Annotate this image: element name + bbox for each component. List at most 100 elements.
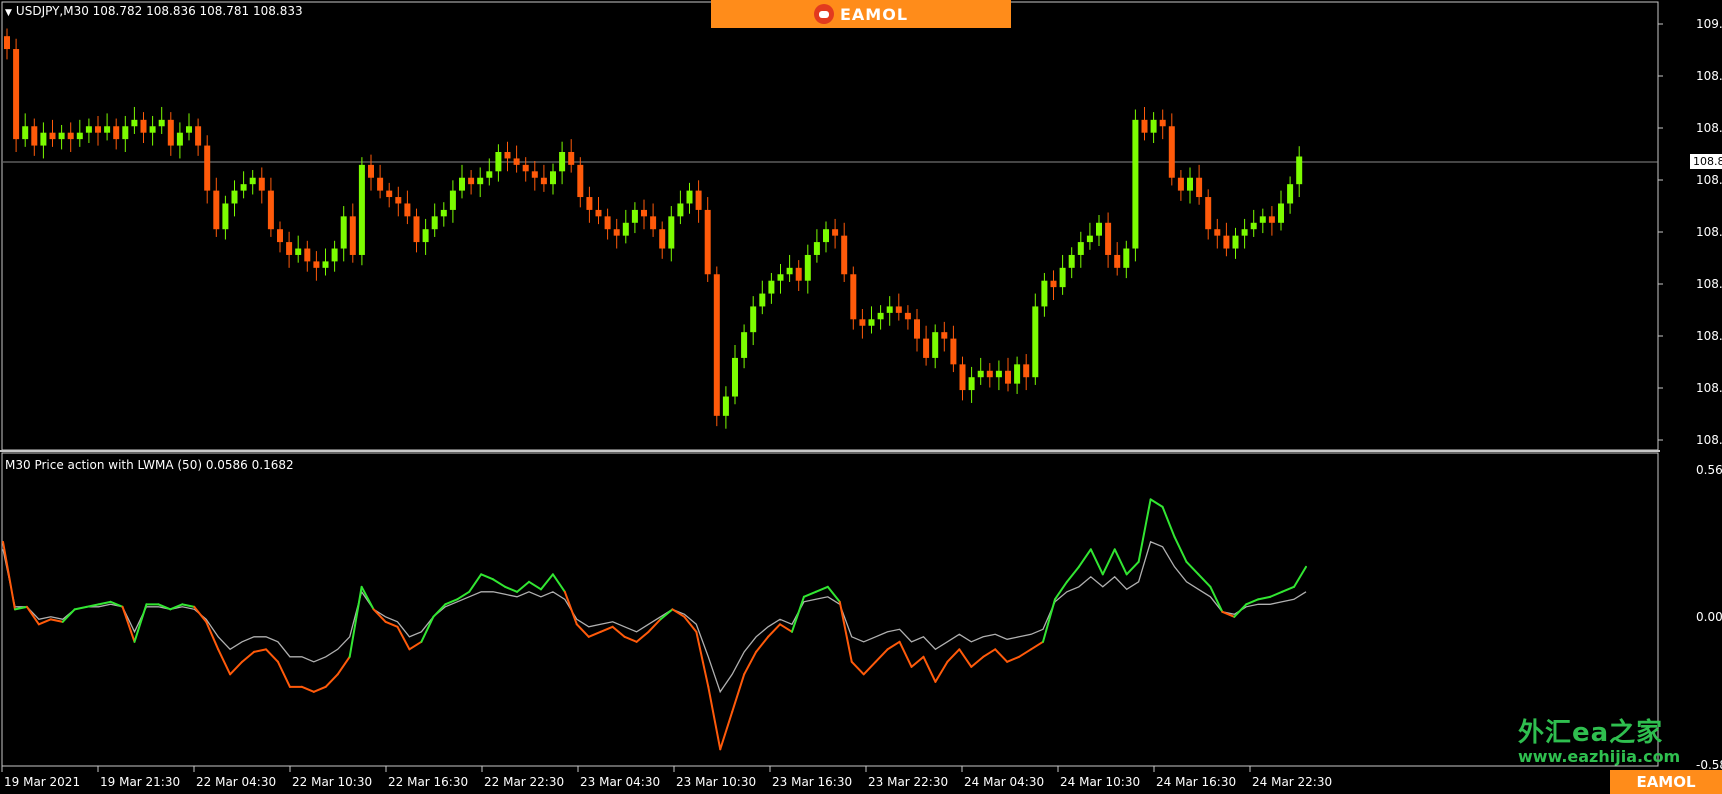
candle-body (31, 126, 38, 146)
candle-body (40, 132, 47, 146)
indicator-axis-label: 0.00 (1696, 610, 1722, 624)
candle-body (231, 190, 238, 204)
candle-body (1114, 254, 1121, 268)
time-axis-label: 22 Mar 16:30 (388, 775, 469, 789)
price-axis-label: 108.810 (1696, 173, 1722, 187)
candle-body (413, 216, 420, 243)
candle-body (1141, 119, 1148, 133)
candle-body (1123, 248, 1130, 268)
candle-body (277, 229, 283, 243)
candle-body (823, 229, 829, 243)
candle-body (768, 280, 775, 294)
candle-body (659, 229, 666, 249)
candle-body (431, 216, 438, 230)
candle-body (149, 126, 156, 133)
candle-body (1059, 267, 1066, 288)
candle-body (1268, 216, 1275, 223)
candle-body (641, 209, 647, 217)
candle-body (240, 184, 247, 191)
candle-body (495, 152, 502, 172)
candle-body (358, 164, 365, 255)
dropdown-triangle-icon[interactable]: ▼ (5, 8, 12, 18)
candle-body (459, 177, 465, 191)
candle-body (932, 332, 939, 358)
candle-body (923, 338, 930, 358)
candle-body (222, 203, 229, 230)
candle-body (813, 242, 820, 255)
time-axis-label: 19 Mar 2021 (4, 775, 81, 789)
candle-body (386, 190, 393, 198)
candle-body (76, 132, 83, 140)
candle-body (595, 209, 602, 217)
candle-body (67, 132, 74, 140)
candle-body (914, 319, 920, 339)
candle-body (668, 216, 675, 249)
candle-body (1086, 235, 1093, 243)
candle-body (331, 248, 338, 262)
candle-body (986, 370, 993, 378)
candle-body (841, 235, 848, 275)
candle-body (1232, 235, 1239, 249)
candle-body (477, 177, 484, 185)
candle-body (395, 197, 402, 204)
candle-body (777, 274, 784, 281)
candle-body (686, 190, 693, 204)
chart-canvas[interactable] (0, 0, 1722, 794)
candle-body (368, 164, 374, 178)
candle-body (49, 132, 56, 140)
candle-body (695, 190, 702, 210)
time-axis-label: 22 Mar 04:30 (196, 775, 277, 789)
candle-body (1241, 229, 1248, 236)
candle-body (622, 222, 629, 236)
candle-body (795, 267, 802, 281)
candle-body (559, 152, 566, 172)
candle-body (1096, 222, 1102, 236)
candle-body (440, 209, 447, 217)
candle-body (877, 312, 884, 320)
price-axis-label: 108.650 (1696, 277, 1722, 291)
candle-body (1214, 229, 1221, 236)
candle-body (1223, 235, 1230, 249)
candle-body (1250, 222, 1257, 230)
candle-body (167, 119, 174, 146)
candle-body (504, 152, 511, 159)
time-axis-label: 24 Mar 22:30 (1252, 775, 1333, 789)
current-price-tag: 108.833 (1690, 154, 1722, 169)
candle-body (959, 364, 966, 391)
eamol-banner[interactable]: EAMOL (711, 0, 1011, 28)
candle-body (1278, 203, 1284, 223)
candle-body (895, 306, 902, 313)
candle-body (1196, 177, 1203, 198)
candle-body (1150, 119, 1157, 133)
candle-body (513, 158, 520, 165)
eamol-logo-icon (813, 4, 834, 24)
candle-body (1259, 216, 1266, 223)
candle-body (1159, 119, 1166, 127)
candle-body (759, 293, 766, 307)
time-axis-label: 24 Mar 10:30 (1060, 775, 1141, 789)
time-axis-label: 22 Mar 10:30 (292, 775, 373, 789)
candle-body (377, 177, 384, 191)
candle-body (804, 254, 811, 281)
candle-body (249, 177, 256, 185)
candle-body (850, 274, 857, 320)
candle-body (95, 126, 101, 133)
corner-logo: EAMOL (1610, 770, 1722, 794)
candle-body (941, 332, 948, 339)
price-axis-label: 108.970 (1696, 69, 1722, 83)
candle-body (267, 190, 274, 230)
candle-body (977, 370, 984, 378)
candle-body (741, 332, 748, 358)
time-axis-label: 22 Mar 22:30 (484, 775, 565, 789)
candle-body (313, 261, 320, 268)
candle-body (1205, 197, 1212, 230)
candle-body (677, 203, 684, 217)
candle-body (832, 229, 839, 236)
candle-body (750, 306, 757, 333)
candle-body (1187, 177, 1193, 191)
candle-body (950, 338, 957, 365)
candle-body (886, 306, 893, 313)
candle-body (586, 197, 593, 210)
time-axis-label: 23 Mar 22:30 (868, 775, 949, 789)
candle-body (176, 132, 183, 146)
